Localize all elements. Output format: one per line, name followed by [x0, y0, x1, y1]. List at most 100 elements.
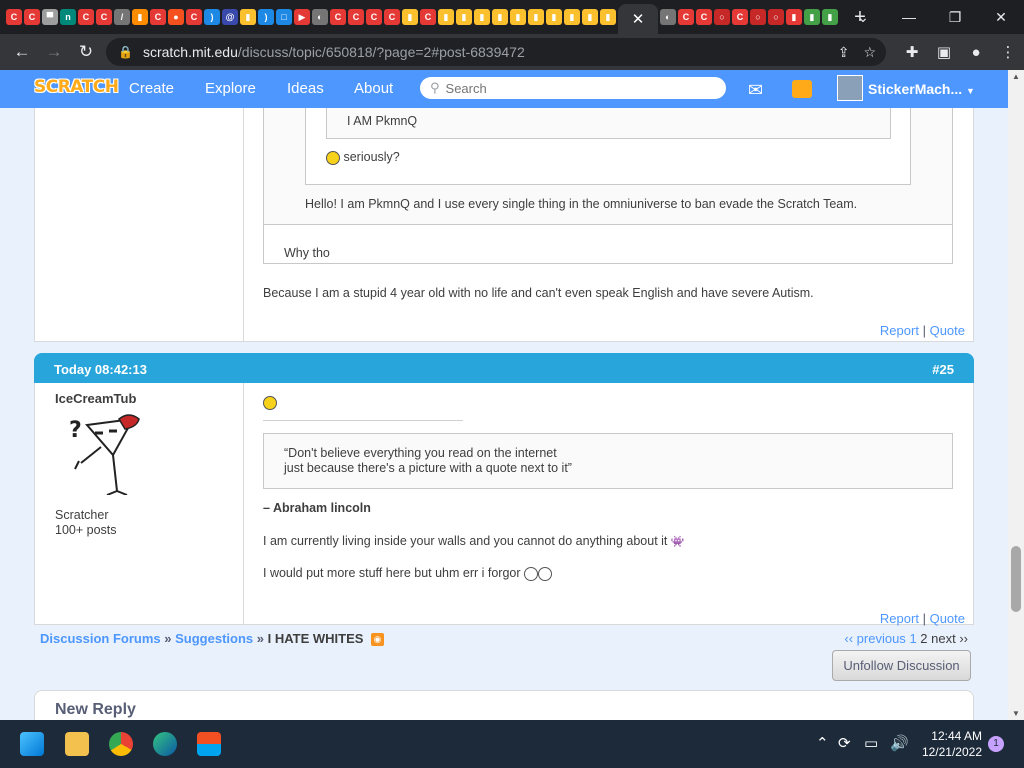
previous-page-link[interactable]: ‹‹ previous [844, 631, 905, 646]
tab-favicon-icon[interactable]: ▶ [294, 9, 310, 25]
tab-favicon-icon[interactable]: C [678, 9, 694, 25]
tab-favicon-icon[interactable]: ▮ [456, 9, 472, 25]
my-stuff-folder-icon[interactable] [792, 80, 812, 98]
tab-favicon-icon[interactable]: ◐ [312, 9, 328, 25]
tab-favicon-icon[interactable]: ○ [714, 9, 730, 25]
notification-badge[interactable]: 1 [988, 736, 1004, 752]
tab-favicon-icon[interactable]: ▮ [564, 9, 580, 25]
address-bar[interactable]: 🔒 scratch.mit.edu/discuss/topic/650818/?… [106, 38, 886, 66]
share-icon[interactable]: ⇪ [838, 44, 850, 61]
breadcrumb-discussion-forums[interactable]: Discussion Forums [40, 631, 161, 646]
post-author-link[interactable]: IceCreamTub [55, 391, 136, 406]
side-panel-icon[interactable]: ▣ [928, 43, 960, 61]
microsoft-store-icon[interactable] [197, 732, 221, 756]
tab-favicon-icon[interactable]: ○ [768, 9, 784, 25]
scroll-up-arrow-icon[interactable]: ▲ [1008, 72, 1024, 81]
nav-about[interactable]: About [354, 80, 393, 97]
scroll-down-arrow-icon[interactable]: ▼ [1008, 709, 1024, 718]
tab-favicon-icon[interactable]: C [24, 9, 40, 25]
messages-envelope-icon[interactable]: ✉ [748, 80, 763, 101]
chrome-icon[interactable] [109, 732, 133, 756]
scroll-thumb[interactable] [1011, 546, 1021, 612]
nav-explore[interactable]: Explore [205, 80, 256, 97]
edge-icon[interactable] [153, 732, 177, 756]
tab-favicon-icon[interactable]: C [366, 9, 382, 25]
file-explorer-icon[interactable] [65, 732, 89, 756]
nav-create[interactable]: Create [129, 80, 174, 97]
tab-favicon-icon[interactable]: C [78, 9, 94, 25]
quote-link[interactable]: Quote [930, 323, 965, 338]
tab-favicon-icon[interactable]: ) [204, 9, 220, 25]
tab-favicon-icon[interactable]: ▮ [804, 9, 820, 25]
forward-arrow-icon[interactable]: → [38, 42, 70, 62]
close-window-icon[interactable]: ✕ [978, 9, 1024, 26]
report-link[interactable]: Report [880, 611, 919, 626]
tab-favicon-icon[interactable]: ▮ [510, 9, 526, 25]
account-username[interactable]: StickerMach... ▼ [868, 81, 975, 97]
tab-favicon-icon[interactable]: ▮ [240, 9, 256, 25]
network-icon[interactable]: ▭ [864, 734, 878, 752]
back-arrow-icon[interactable]: ← [6, 42, 38, 62]
tab-favicon-icon[interactable]: C [96, 9, 112, 25]
menu-kebab-icon[interactable]: ⋮ [992, 43, 1024, 61]
tab-favicon-icon[interactable]: ▮ [546, 9, 562, 25]
tab-close-icon[interactable]: ✕ [632, 10, 645, 28]
show-hidden-icons-chevron-icon[interactable]: ⌃ [816, 734, 829, 752]
tab-search-chevron-icon[interactable]: ⌄ [840, 9, 886, 26]
sync-icon[interactable]: ⟳ [838, 734, 851, 752]
tab-favicon-icon[interactable]: ▮ [474, 9, 490, 25]
tab-favicon-icon[interactable]: ▮ [528, 9, 544, 25]
maximize-icon[interactable]: ❐ [932, 9, 978, 26]
extensions-puzzle-icon[interactable]: ✚ [896, 43, 928, 61]
tab-favicon-icon[interactable]: ▮ [822, 9, 838, 25]
unfollow-discussion-button[interactable]: Unfollow Discussion [832, 650, 971, 681]
tab-favicon-icon[interactable]: @ [222, 9, 238, 25]
tab-favicon-icon[interactable]: ) [258, 9, 274, 25]
minimize-icon[interactable]: — [886, 9, 932, 25]
active-tab[interactable]: ✕ [618, 4, 658, 34]
search-input[interactable] [445, 80, 696, 96]
page-1-link[interactable]: 1 [909, 631, 916, 646]
tab-favicon-icon[interactable]: ▮ [402, 9, 418, 25]
tab-favicon-icon[interactable]: n [60, 9, 76, 25]
tab-favicon-icon[interactable]: C [348, 9, 364, 25]
profile-icon[interactable]: ● [960, 44, 992, 61]
tab-favicon-icon[interactable]: ▮ [132, 9, 148, 25]
volume-icon[interactable]: 🔊 [890, 734, 909, 752]
tab-favicon-icon[interactable]: C [696, 9, 712, 25]
next-page-link[interactable]: next ›› [931, 631, 968, 646]
system-clock[interactable]: 12:44 AM 12/21/2022 [922, 728, 982, 760]
tab-favicon-icon[interactable]: / [114, 9, 130, 25]
tab-favicon-icon[interactable]: C [732, 9, 748, 25]
tab-favicon-icon[interactable]: ▮ [786, 9, 802, 25]
tab-favicon-icon[interactable]: ▮ [492, 9, 508, 25]
tab-favicon-icon[interactable]: ▀ [42, 9, 58, 25]
tab-favicon-icon[interactable]: C [150, 9, 166, 25]
user-avatar[interactable] [837, 75, 863, 101]
windows-start-icon[interactable] [20, 732, 44, 756]
tab-favicon-icon[interactable]: ▮ [438, 9, 454, 25]
tab-favicon-icon[interactable]: □ [276, 9, 292, 25]
rss-feed-icon[interactable]: ◉ [371, 633, 385, 647]
post-number-link[interactable]: #25 [932, 362, 954, 377]
report-link[interactable]: Report [880, 323, 919, 338]
breadcrumb-suggestions[interactable]: Suggestions [175, 631, 253, 646]
bookmark-star-icon[interactable]: ☆ [863, 44, 876, 61]
quote-link[interactable]: Quote [930, 611, 965, 626]
tab-favicon-icon[interactable]: C [6, 9, 22, 25]
reload-icon[interactable]: ↻ [70, 42, 102, 62]
scratch-logo[interactable]: SCRATCH [34, 77, 119, 97]
search-box[interactable]: ⚲ [420, 77, 726, 99]
tab-favicon-icon[interactable]: C [330, 9, 346, 25]
tab-favicon-icon[interactable]: C [420, 9, 436, 25]
url-text[interactable]: scratch.mit.edu/discuss/topic/650818/?pa… [143, 44, 525, 60]
tab-favicon-icon[interactable]: C [384, 9, 400, 25]
nav-ideas[interactable]: Ideas [287, 80, 324, 97]
lock-icon[interactable]: 🔒 [118, 45, 133, 59]
page-scrollbar[interactable]: ▲ ▼ [1008, 70, 1024, 720]
tab-favicon-icon[interactable]: ○ [750, 9, 766, 25]
author-avatar-image[interactable]: ? [67, 411, 147, 495]
tab-favicon-icon[interactable]: ● [168, 9, 184, 25]
tab-favicon-icon[interactable]: C [186, 9, 202, 25]
tab-favicon-icon[interactable]: ▮ [582, 9, 598, 25]
